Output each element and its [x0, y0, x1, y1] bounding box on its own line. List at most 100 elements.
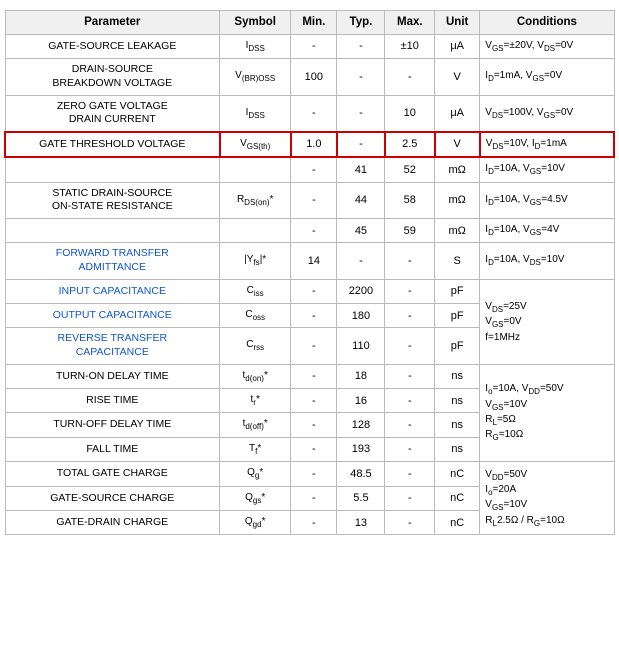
cell-min: -	[291, 182, 337, 218]
table-row: ZERO GATE VOLTAGEDRAIN CURRENTIDSS--10μA…	[5, 95, 614, 132]
cell-min: -	[291, 511, 337, 535]
cell-symbol: Coss	[220, 304, 291, 328]
cell-max: -	[385, 486, 435, 510]
cell-conditions: Io=10A, VDD=50VVGS=10VRL=5ΩRG=10Ω	[480, 364, 614, 462]
cell-unit: nC	[435, 511, 480, 535]
cell-min: -	[291, 413, 337, 437]
cell-max: -	[385, 389, 435, 413]
cell-typ: 128	[337, 413, 385, 437]
col-header-parameter: Parameter	[5, 11, 220, 35]
cell-parameter: GATE-SOURCE LEAKAGE	[5, 34, 220, 58]
col-header-symbol: Symbol	[220, 11, 291, 35]
cell-parameter: ZERO GATE VOLTAGEDRAIN CURRENT	[5, 95, 220, 132]
cell-typ: 110	[337, 328, 385, 364]
cell-symbol: Qgd*	[220, 511, 291, 535]
cell-symbol: tr*	[220, 389, 291, 413]
cell-min: 1.0	[291, 132, 337, 157]
cell-parameter: FALL TIME	[5, 437, 220, 461]
cell-parameter: TURN-ON DELAY TIME	[5, 364, 220, 388]
cell-min: -	[291, 157, 337, 182]
cell-symbol: Qg*	[220, 462, 291, 486]
cell-typ: 45	[337, 218, 385, 242]
cell-symbol: td(on)*	[220, 364, 291, 388]
table-row: TOTAL GATE CHARGEQg*-48.5-nCVDD=50VIo=20…	[5, 462, 614, 486]
cell-conditions: VDD=50VIo=20AVGS=10VRL2.5Ω / RG=10Ω	[480, 462, 614, 535]
cell-symbol: td(off)*	[220, 413, 291, 437]
cell-min: -	[291, 95, 337, 132]
cell-max: -	[385, 413, 435, 437]
cell-min: -	[291, 486, 337, 510]
cell-parameter: TOTAL GATE CHARGE	[5, 462, 220, 486]
cell-conditions: ID=1mA, VGS=0V	[480, 59, 614, 95]
cell-typ: -	[337, 132, 385, 157]
cell-unit: mΩ	[435, 218, 480, 242]
cell-typ: 193	[337, 437, 385, 461]
cell-max: -	[385, 243, 435, 279]
cell-symbol: Qgs*	[220, 486, 291, 510]
cell-parameter: REVERSE TRANSFERCAPACITANCE	[5, 328, 220, 364]
col-header-typ: Typ.	[337, 11, 385, 35]
cell-conditions: ID=10A, VGS=4.5V	[480, 182, 614, 218]
cell-typ: 48.5	[337, 462, 385, 486]
cell-typ: -	[337, 34, 385, 58]
cell-max: -	[385, 437, 435, 461]
cell-min: -	[291, 389, 337, 413]
cell-max: -	[385, 462, 435, 486]
cell-max: -	[385, 304, 435, 328]
cell-parameter: TURN-OFF DELAY TIME	[5, 413, 220, 437]
cell-parameter: GATE THRESHOLD VOLTAGE	[5, 132, 220, 157]
electrical-spec-table: Parameter Symbol Min. Typ. Max. Unit Con…	[4, 10, 615, 535]
cell-parameter: GATE-DRAIN CHARGE	[5, 511, 220, 535]
cell-typ: 41	[337, 157, 385, 182]
cell-symbol: Crss	[220, 328, 291, 364]
cell-unit: V	[435, 132, 480, 157]
cell-parameter: STATIC DRAIN-SOURCEON-STATE RESISTANCE	[5, 182, 220, 218]
cell-parameter	[5, 218, 220, 242]
cell-symbol	[220, 157, 291, 182]
cell-min: 100	[291, 59, 337, 95]
cell-parameter: GATE-SOURCE CHARGE	[5, 486, 220, 510]
cell-conditions: ID=10A, VDS=10V	[480, 243, 614, 279]
cell-min: 14	[291, 243, 337, 279]
cell-conditions: ID=10A, VGS=10V	[480, 157, 614, 182]
cell-parameter: OUTPUT CAPACITANCE	[5, 304, 220, 328]
cell-typ: 44	[337, 182, 385, 218]
cell-max: 10	[385, 95, 435, 132]
cell-typ: 16	[337, 389, 385, 413]
cell-typ: 18	[337, 364, 385, 388]
cell-typ: -	[337, 95, 385, 132]
cell-typ: 13	[337, 511, 385, 535]
col-header-max: Max.	[385, 11, 435, 35]
cell-max: -	[385, 59, 435, 95]
cell-typ: -	[337, 243, 385, 279]
cell-unit: ns	[435, 389, 480, 413]
table-row: FORWARD TRANSFERADMITTANCE|Yfs|*14--SID=…	[5, 243, 614, 279]
cell-symbol: IDSS	[220, 34, 291, 58]
cell-unit: μA	[435, 34, 480, 58]
cell-typ: 180	[337, 304, 385, 328]
cell-parameter: DRAIN-SOURCEBREAKDOWN VOLTAGE	[5, 59, 220, 95]
cell-symbol: Tf*	[220, 437, 291, 461]
cell-symbol: RDS(on)*	[220, 182, 291, 218]
cell-max: -	[385, 328, 435, 364]
table-row: STATIC DRAIN-SOURCEON-STATE RESISTANCERD…	[5, 182, 614, 218]
cell-unit: mΩ	[435, 182, 480, 218]
cell-conditions: ID=10A, VGS=4V	[480, 218, 614, 242]
cell-min: -	[291, 218, 337, 242]
table-row: TURN-ON DELAY TIMEtd(on)*-18-nsIo=10A, V…	[5, 364, 614, 388]
cell-conditions: VDS=100V, VGS=0V	[480, 95, 614, 132]
cell-unit: S	[435, 243, 480, 279]
cell-unit: pF	[435, 328, 480, 364]
cell-max: 52	[385, 157, 435, 182]
cell-symbol: Ciss	[220, 279, 291, 303]
cell-min: -	[291, 437, 337, 461]
col-header-unit: Unit	[435, 11, 480, 35]
cell-conditions: VDS=10V, ID=1mA	[480, 132, 614, 157]
cell-parameter	[5, 157, 220, 182]
table-header-row: Parameter Symbol Min. Typ. Max. Unit Con…	[5, 11, 614, 35]
cell-unit: ns	[435, 364, 480, 388]
cell-max: -	[385, 364, 435, 388]
cell-unit: pF	[435, 304, 480, 328]
cell-min: -	[291, 304, 337, 328]
cell-symbol: VGS(th)	[220, 132, 291, 157]
